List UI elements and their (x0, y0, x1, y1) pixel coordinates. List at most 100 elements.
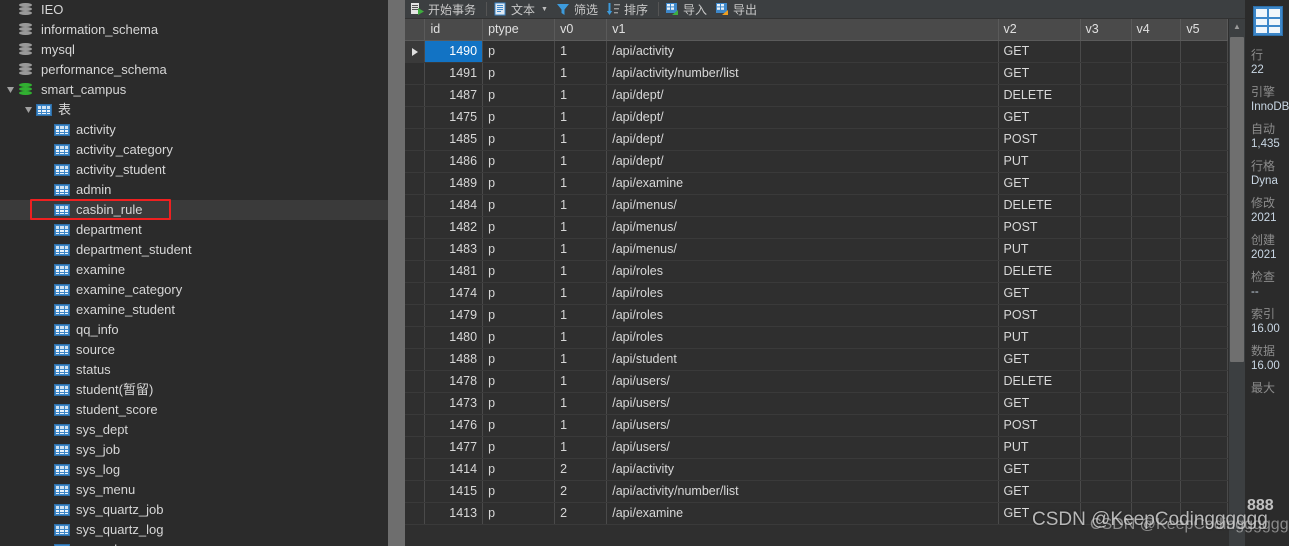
cell-v0[interactable]: 1 (554, 436, 608, 459)
cell-v3[interactable] (1080, 106, 1132, 129)
cell-v4[interactable] (1131, 480, 1182, 503)
cell-v0[interactable]: 1 (554, 194, 608, 217)
cell-v3[interactable] (1080, 502, 1132, 525)
cell-v5[interactable] (1180, 326, 1228, 349)
cell-v4[interactable] (1131, 304, 1182, 327)
cell-v1[interactable]: /api/examine (606, 172, 999, 195)
sidebar-item-student_score[interactable]: student_score (0, 400, 388, 420)
cell-v3[interactable] (1080, 62, 1132, 85)
cell-v3[interactable] (1080, 348, 1132, 371)
cell-ptype[interactable]: p (482, 502, 556, 525)
cell-v5[interactable] (1180, 502, 1228, 525)
cell-v5[interactable] (1180, 238, 1228, 261)
cell-ptype[interactable]: p (482, 172, 556, 195)
row-marker[interactable] (405, 502, 426, 525)
cell-v3[interactable] (1080, 480, 1132, 503)
cell-v4[interactable] (1131, 194, 1182, 217)
casbin-rule-data-grid[interactable]: id ptype v0 v1 v2 v3 v4 v5 1490 p 1/api/activity G… (405, 19, 1228, 525)
sidebar-item-department_student[interactable]: department_student (0, 240, 388, 260)
cell-ptype[interactable]: p (482, 150, 556, 173)
cell-ptype[interactable]: p (482, 370, 556, 393)
cell-v5[interactable] (1180, 370, 1228, 393)
cell-ptype[interactable]: p (482, 304, 556, 327)
cell-v3[interactable] (1080, 282, 1132, 305)
cell-v4[interactable] (1131, 348, 1182, 371)
cell-v2[interactable]: GET (998, 480, 1081, 503)
sidebar-item-status[interactable]: status (0, 360, 388, 380)
cell-v4[interactable] (1131, 392, 1182, 415)
cell-v5[interactable] (1180, 348, 1228, 371)
row-marker[interactable] (405, 62, 426, 85)
cell-ptype[interactable]: p (482, 106, 556, 129)
cell-v4[interactable] (1131, 282, 1182, 305)
cell-ptype[interactable]: p (482, 326, 556, 349)
database-tree-sidebar[interactable]: IEO information_schema mysql performance_sc… (0, 0, 388, 546)
column-header-id[interactable]: id (424, 19, 484, 41)
cell-id[interactable]: 1486 (424, 150, 484, 173)
cell-id[interactable]: 1477 (424, 436, 484, 459)
cell-id[interactable]: 1488 (424, 348, 484, 371)
database-tree[interactable]: IEO information_schema mysql performance_sc… (0, 0, 388, 546)
sidebar-item-casbin_rule[interactable]: casbin_rule (0, 200, 388, 220)
cell-id[interactable]: 1482 (424, 216, 484, 239)
cell-v2[interactable]: DELETE (998, 370, 1081, 393)
sidebar-item-information_schema[interactable]: information_schema (0, 20, 388, 40)
cell-v0[interactable]: 1 (554, 392, 608, 415)
cell-v2[interactable]: GET (998, 172, 1081, 195)
cell-v3[interactable] (1080, 40, 1132, 63)
table-row[interactable]: 1415 p 2/api/activity/number/list GET (405, 480, 1228, 503)
cell-v0[interactable]: 1 (554, 84, 608, 107)
row-marker[interactable] (405, 106, 426, 129)
cell-id[interactable]: 1484 (424, 194, 484, 217)
grid-vertical-scrollbar[interactable]: ▲ (1229, 19, 1245, 546)
cell-v1[interactable]: /api/users/ (606, 370, 999, 393)
row-marker[interactable] (405, 84, 426, 107)
row-marker[interactable] (405, 392, 426, 415)
grid-toolbar[interactable]: 开始事务 文本 ▼ 筛选 排序 导入 导出 (405, 0, 1245, 19)
cell-id[interactable]: 1473 (424, 392, 484, 415)
cell-v3[interactable] (1080, 150, 1132, 173)
sidebar-item-mysql[interactable]: mysql (0, 40, 388, 60)
cell-v3[interactable] (1080, 84, 1132, 107)
cell-v0[interactable]: 2 (554, 480, 608, 503)
cell-v1[interactable]: /api/menus/ (606, 194, 999, 217)
cell-ptype[interactable]: p (482, 62, 556, 85)
table-row[interactable]: 1414 p 2/api/activity GET (405, 458, 1228, 481)
cell-v1[interactable]: /api/menus/ (606, 216, 999, 239)
row-marker[interactable] (405, 458, 426, 481)
cell-v2[interactable]: PUT (998, 326, 1081, 349)
cell-v4[interactable] (1131, 84, 1182, 107)
data-grid-scroll-area[interactable]: id ptype v0 v1 v2 v3 v4 v5 1490 p 1/api/activity G… (405, 19, 1229, 546)
cell-ptype[interactable]: p (482, 392, 556, 415)
sidebar-item-performance_schema[interactable]: performance_schema (0, 60, 388, 80)
column-header-v3[interactable]: v3 (1080, 19, 1132, 41)
export-button[interactable]: 导出 (713, 0, 763, 18)
table-row[interactable]: 1479 p 1/api/roles POST (405, 304, 1228, 327)
cell-v1[interactable]: /api/menus/ (606, 238, 999, 261)
cell-v5[interactable] (1180, 62, 1228, 85)
cell-v1[interactable]: /api/examine (606, 502, 999, 525)
row-marker[interactable] (405, 238, 426, 261)
sidebar-item-department[interactable]: department (0, 220, 388, 240)
cell-v0[interactable]: 1 (554, 128, 608, 151)
cell-v0[interactable]: 1 (554, 414, 608, 437)
cell-v5[interactable] (1180, 216, 1228, 239)
cell-ptype[interactable]: p (482, 84, 556, 107)
cell-v3[interactable] (1080, 370, 1132, 393)
cell-v0[interactable]: 1 (554, 106, 608, 129)
row-marker[interactable] (405, 282, 426, 305)
cell-v3[interactable] (1080, 436, 1132, 459)
cell-v1[interactable]: /api/roles (606, 282, 999, 305)
cell-v4[interactable] (1131, 172, 1182, 195)
sidebar-item-activity[interactable]: activity (0, 120, 388, 140)
column-header-v2[interactable]: v2 (998, 19, 1081, 41)
cell-v0[interactable]: 1 (554, 260, 608, 283)
cell-v5[interactable] (1180, 282, 1228, 305)
cell-v4[interactable] (1131, 106, 1182, 129)
cell-ptype[interactable]: p (482, 414, 556, 437)
sidebar-item-sys_role[interactable]: sys_role (0, 540, 388, 546)
cell-v2[interactable]: GET (998, 458, 1081, 481)
cell-v5[interactable] (1180, 480, 1228, 503)
cell-v4[interactable] (1131, 326, 1182, 349)
cell-v3[interactable] (1080, 392, 1132, 415)
